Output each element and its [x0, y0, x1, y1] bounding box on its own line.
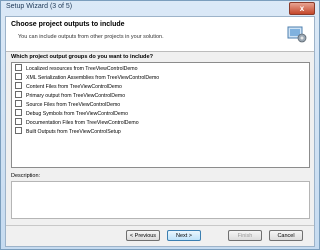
checkbox[interactable]: [15, 91, 22, 99]
checkbox[interactable]: [15, 73, 22, 81]
finish-button[interactable]: Finish: [228, 230, 262, 241]
output-item-label: Content Files from TreeViewControlDemo: [26, 84, 122, 90]
output-item-source-files[interactable]: Source Files from TreeViewControlDemo: [15, 100, 121, 110]
output-item-content-files[interactable]: Content Files from TreeViewControlDemo: [15, 82, 122, 92]
output-groups-label: Which project output groups do you want …: [11, 54, 154, 60]
checkbox[interactable]: [15, 109, 22, 117]
page-title: Choose project outputs to include: [11, 21, 125, 28]
description-box: [11, 181, 310, 219]
wizard-header: Choose project outputs to include You ca…: [6, 17, 314, 52]
checkbox[interactable]: [15, 118, 22, 126]
output-item-xml-serialization[interactable]: XML Serialization Assemblies from TreeVi…: [15, 73, 160, 83]
checkbox[interactable]: [15, 64, 22, 72]
setup-project-icon: [287, 26, 307, 43]
output-item-documentation-files[interactable]: Documentation Files from TreeViewControl…: [15, 118, 139, 128]
footer-divider: [6, 225, 314, 226]
checkbox[interactable]: [15, 127, 22, 135]
output-item-primary-output[interactable]: Primary output from TreeViewControlDemo: [15, 91, 126, 101]
description-label: Description:: [11, 173, 41, 179]
output-item-built-outputs[interactable]: Built Outputs from TreeViewControlSetup: [15, 127, 121, 137]
output-groups-list[interactable]: Localized resources from TreeViewControl…: [11, 62, 310, 168]
checkbox[interactable]: [15, 100, 22, 108]
output-item-label: Debug Symbols from TreeViewControlDemo: [26, 111, 128, 117]
close-button[interactable]: x: [289, 2, 315, 15]
title-bar[interactable]: Setup Wizard (3 of 5) x: [1, 1, 319, 15]
output-item-localized-resources[interactable]: Localized resources from TreeViewControl…: [15, 64, 138, 74]
wizard-content: Choose project outputs to include You ca…: [5, 16, 315, 247]
page-subtitle: You can include outputs from other proje…: [18, 34, 164, 40]
next-button[interactable]: Next >: [167, 230, 201, 241]
output-item-label: XML Serialization Assemblies from TreeVi…: [26, 75, 160, 81]
output-item-label: Localized resources from TreeViewControl…: [26, 66, 138, 72]
output-item-label: Built Outputs from TreeViewControlSetup: [26, 129, 121, 135]
cancel-button[interactable]: Cancel: [269, 230, 303, 241]
checkbox[interactable]: [15, 82, 22, 90]
output-item-label: Documentation Files from TreeViewControl…: [26, 120, 139, 126]
setup-wizard-window: Setup Wizard (3 of 5) x Choose project o…: [0, 0, 320, 250]
output-item-debug-symbols[interactable]: Debug Symbols from TreeViewControlDemo: [15, 109, 128, 119]
window-title: Setup Wizard (3 of 5): [6, 3, 73, 10]
output-item-label: Source Files from TreeViewControlDemo: [26, 102, 121, 108]
previous-button[interactable]: < Previous: [126, 230, 160, 241]
output-item-label: Primary output from TreeViewControlDemo: [26, 93, 126, 99]
